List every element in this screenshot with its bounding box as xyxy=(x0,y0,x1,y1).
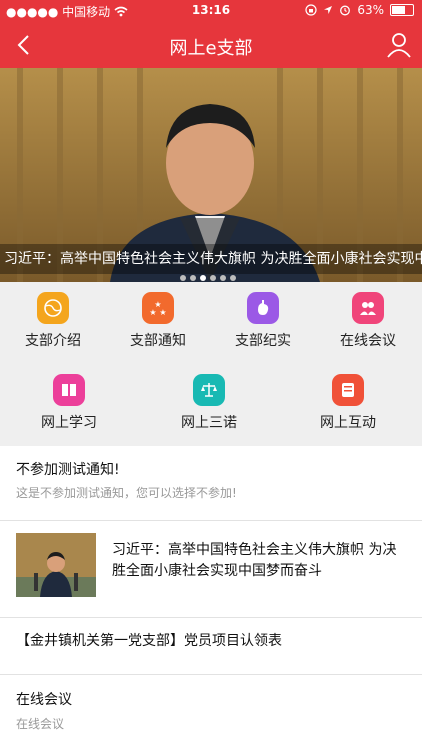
news-card[interactable]: 习近平：高举中国特色社会主义伟大旗帜 为决胜全面小康社会实现中国梦而奋斗 xyxy=(0,521,422,617)
meeting-title: 在线会议 xyxy=(16,692,72,708)
meeting-card[interactable]: 在线会议 在线会议 xyxy=(0,675,422,750)
svg-text:★: ★ xyxy=(149,308,156,317)
feature-grid: 支部介绍 ★ ★ ★ 支部通知 支部纪实 在线会议 网上学习 网上三诺 网上互动 xyxy=(0,282,422,446)
news-title: 习近平：高举中国特色社会主义伟大旗帜 为决胜全面小康社会实现中国梦而奋斗 xyxy=(112,542,397,579)
globe-icon xyxy=(37,292,69,324)
grid-label: 网上学习 xyxy=(41,415,97,431)
pagination-dot[interactable] xyxy=(210,275,216,281)
notice-card[interactable]: 不参加测试通知! 这是不参加测试通知，您可以选择不参加! xyxy=(0,446,422,520)
book-icon xyxy=(53,374,85,406)
grid-item-online-interaction[interactable]: 网上互动 xyxy=(308,374,388,432)
notice-desc: 这是不参加测试通知，您可以选择不参加! xyxy=(16,486,237,500)
grid-label: 支部通知 xyxy=(130,333,186,349)
pagination-dot[interactable] xyxy=(190,275,196,281)
pagination-dot[interactable] xyxy=(220,275,226,281)
meeting-desc: 在线会议 xyxy=(16,717,65,731)
pagination-dot[interactable] xyxy=(200,275,206,281)
news-banner[interactable]: 习近平：高举中国特色社会主义伟大旗帜 为决胜全面小康社会实现中国 xyxy=(0,68,422,282)
grid-item-branch-intro[interactable]: 支部介绍 xyxy=(13,292,93,350)
grid-label: 支部纪实 xyxy=(235,333,291,349)
notice-title: 不参加测试通知! xyxy=(16,462,120,478)
grid-item-online-promise[interactable]: 网上三诺 xyxy=(169,374,249,432)
chat-icon xyxy=(332,374,364,406)
battery-icon xyxy=(390,4,414,16)
project-title: 【金井镇机关第一党支部】党员项目认领表 xyxy=(16,633,282,649)
battery-percent: 63% xyxy=(357,3,384,17)
nav-bar: 网上e支部 xyxy=(0,22,422,68)
page-title: 网上e支部 xyxy=(169,38,253,59)
hand-icon xyxy=(247,292,279,324)
pagination-dot[interactable] xyxy=(180,275,186,281)
grid-item-online-meeting[interactable]: 在线会议 xyxy=(328,292,408,350)
stars-icon: ★ ★ ★ xyxy=(142,292,174,324)
people-icon xyxy=(352,292,384,324)
scale-icon xyxy=(193,374,225,406)
location-arrow-icon xyxy=(324,6,333,14)
grid-item-branch-notice[interactable]: ★ ★ ★ 支部通知 xyxy=(118,292,198,350)
svg-text:★: ★ xyxy=(159,308,166,317)
grid-label: 在线会议 xyxy=(340,333,396,349)
banner-caption: 习近平：高举中国特色社会主义伟大旗帜 为决胜全面小康社会实现中国 xyxy=(0,244,422,274)
pagination-dot[interactable] xyxy=(230,275,236,281)
grid-item-online-study[interactable]: 网上学习 xyxy=(29,374,109,432)
grid-label: 支部介绍 xyxy=(25,333,81,349)
banner-pagination[interactable] xyxy=(180,275,236,281)
lock-rotation-icon xyxy=(305,4,317,16)
user-profile-icon[interactable] xyxy=(384,30,414,60)
status-bar: ●●●●● 中国移动 13:16 63% xyxy=(0,0,422,22)
status-right: 63% xyxy=(305,3,414,17)
grid-item-branch-record[interactable]: 支部纪实 xyxy=(223,292,303,350)
news-thumbnail xyxy=(16,533,96,597)
project-card[interactable]: 【金井镇机关第一党支部】党员项目认领表 xyxy=(0,618,422,674)
grid-label: 网上互动 xyxy=(320,415,376,431)
alarm-icon xyxy=(340,5,351,16)
grid-label: 网上三诺 xyxy=(181,415,237,431)
